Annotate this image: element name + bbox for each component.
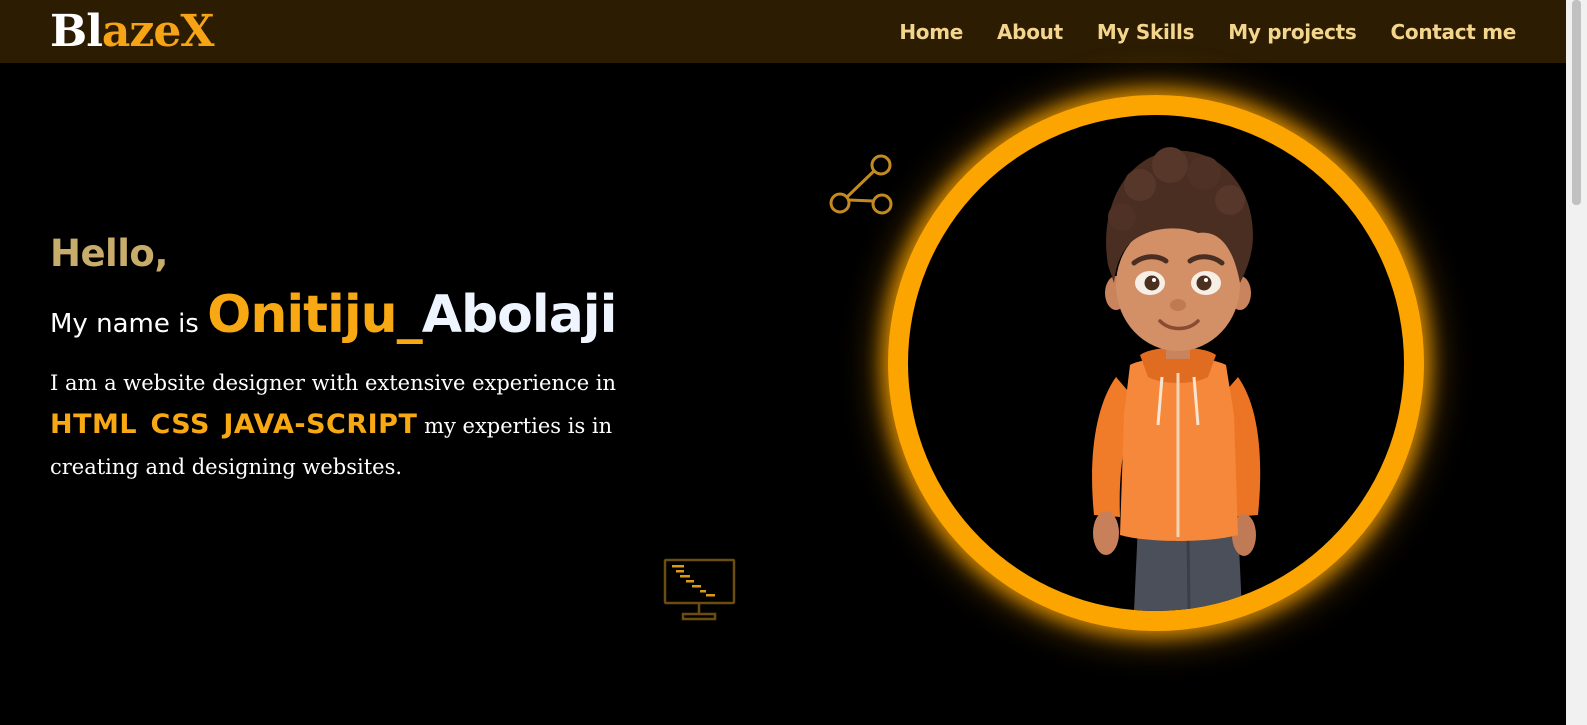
- nav-link-projects[interactable]: My projects: [1228, 20, 1357, 44]
- brand-logo[interactable]: BlazeX: [50, 6, 215, 58]
- name-first: Onitiju_: [207, 285, 423, 345]
- logo-part-2: azeX: [101, 6, 215, 57]
- skill-css: CSS: [150, 409, 210, 440]
- avatar: [1092, 147, 1261, 611]
- hero-bio: I am a website designer with extensive e…: [50, 363, 670, 488]
- monitor-code-icon: [663, 558, 736, 621]
- nav-link-skills[interactable]: My Skills: [1097, 20, 1195, 44]
- share-icon: [829, 154, 893, 215]
- skill-html: HTML: [50, 409, 138, 440]
- hero-greeting: Hello,: [50, 232, 168, 275]
- name-prefix: My name is: [50, 309, 199, 339]
- logo-part-1: Bl: [50, 6, 103, 57]
- name-last: Abolaji: [421, 285, 618, 345]
- hero-name-line: My name is Onitiju_Abolaji: [50, 285, 650, 345]
- hero-intro: Hello, My name is Onitiju_Abolaji I am a…: [50, 232, 650, 488]
- navbar: BlazeX Home About My Skills My projects …: [0, 0, 1566, 63]
- nav-link-home[interactable]: Home: [899, 20, 963, 44]
- nav-links: Home About My Skills My projects Contact…: [899, 0, 1516, 63]
- nav-link-about[interactable]: About: [997, 20, 1063, 44]
- profile-frame: [908, 115, 1404, 611]
- vertical-scrollbar[interactable]: [1566, 0, 1587, 725]
- bio-part-1: I am a website designer with extensive e…: [50, 371, 617, 395]
- skill-javascript: JAVA-SCRIPT: [223, 409, 418, 440]
- scrollbar-thumb[interactable]: [1572, 0, 1581, 205]
- nav-link-contact[interactable]: Contact me: [1391, 20, 1517, 44]
- profile-ring: [888, 95, 1424, 631]
